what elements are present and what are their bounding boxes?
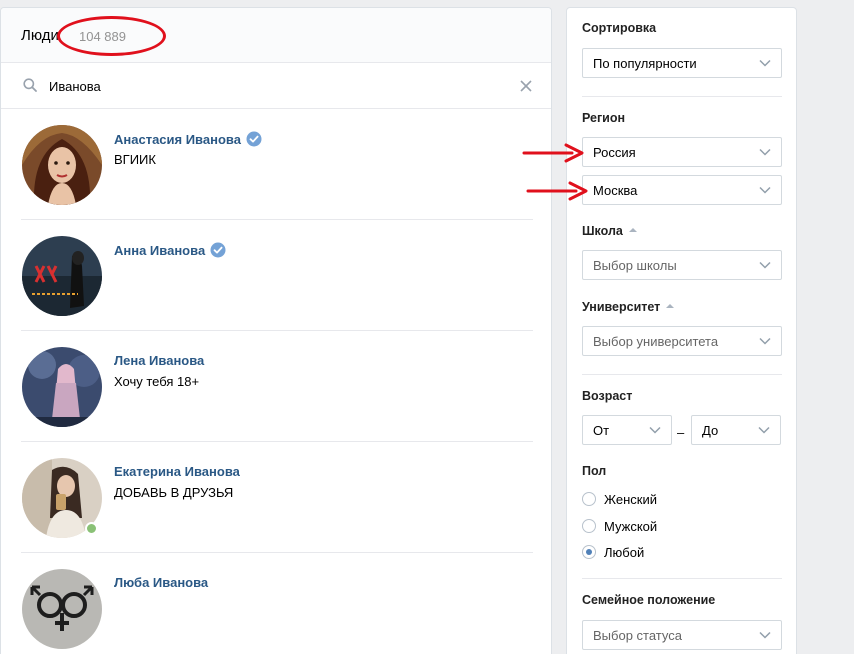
avatar[interactable] xyxy=(22,236,102,316)
list-item: Анна Иванова xyxy=(1,220,551,331)
country-select[interactable]: Россия xyxy=(582,137,782,167)
divider xyxy=(582,578,782,579)
city-select[interactable]: Москва xyxy=(582,175,782,205)
search-input[interactable] xyxy=(49,74,489,98)
chevron-down-icon xyxy=(759,261,771,269)
person-name-link[interactable]: Лена Иванова xyxy=(114,353,204,368)
marital-status-label: Семейное положение xyxy=(582,593,716,607)
university-label[interactable]: Университет xyxy=(582,300,675,314)
caret-up-icon xyxy=(666,304,675,308)
list-item: Люба Иванова xyxy=(1,553,551,654)
marital-status-select[interactable]: Выбор статуса xyxy=(582,620,782,650)
people-search-panel: Люди 104 889 Анастаси xyxy=(0,7,552,654)
avatar[interactable] xyxy=(22,125,102,205)
avatar[interactable] xyxy=(22,569,102,649)
verified-badge-icon xyxy=(246,131,262,147)
chevron-down-icon xyxy=(759,631,771,639)
person-name-link[interactable]: Анна Иванова xyxy=(114,242,226,258)
person-name-link[interactable]: Люба Иванова xyxy=(114,575,208,590)
chevron-down-icon xyxy=(759,148,771,156)
red-ellipse-annotation xyxy=(57,16,166,56)
caret-up-icon xyxy=(628,228,637,232)
page-title: Люди xyxy=(21,27,59,44)
radio-icon xyxy=(582,519,596,533)
avatar[interactable] xyxy=(22,347,102,427)
age-range-dash: – xyxy=(677,425,685,440)
radio-icon xyxy=(582,492,596,506)
list-item: Лена Иванова Хочу тебя 18+ xyxy=(1,331,551,442)
age-to-select[interactable]: До xyxy=(691,415,781,445)
person-subtitle: Хочу тебя 18+ xyxy=(114,374,200,389)
person-name-link[interactable]: Екатерина Иванова xyxy=(114,464,240,479)
search-filters-panel: Сортировка По популярности Регион Россия… xyxy=(566,7,797,654)
chevron-down-icon xyxy=(649,426,661,434)
search-icon xyxy=(23,78,37,92)
sort-select[interactable]: По популярности xyxy=(582,48,782,78)
chevron-down-icon xyxy=(759,59,771,67)
close-icon[interactable] xyxy=(519,79,533,93)
radio-checked-icon xyxy=(582,545,596,559)
list-item: Екатерина Иванова ДОБАВЬ В ДРУЗЬЯ xyxy=(1,442,551,553)
divider xyxy=(582,96,782,97)
person-subtitle: ВГИИК xyxy=(114,152,156,167)
divider xyxy=(582,374,782,375)
chevron-down-icon xyxy=(759,337,771,345)
search-bar xyxy=(1,63,551,109)
chevron-down-icon xyxy=(758,426,770,434)
chevron-down-icon xyxy=(759,186,771,194)
verified-badge-icon xyxy=(210,242,226,258)
online-status-indicator xyxy=(85,522,98,535)
red-arrow-annotation xyxy=(526,181,588,201)
gender-label: Пол xyxy=(582,464,607,478)
sort-label: Сортировка xyxy=(582,21,657,35)
region-label: Регион xyxy=(582,111,626,125)
university-select[interactable]: Выбор университета xyxy=(582,326,782,356)
age-label: Возраст xyxy=(582,389,633,403)
red-arrow-annotation xyxy=(522,143,584,163)
school-label[interactable]: Школа xyxy=(582,224,637,238)
person-name-link[interactable]: Анастасия Иванова xyxy=(114,131,262,147)
person-subtitle: ДОБАВЬ В ДРУЗЬЯ xyxy=(114,485,234,500)
people-header: Люди 104 889 xyxy=(1,8,551,63)
school-select[interactable]: Выбор школы xyxy=(582,250,782,280)
age-from-select[interactable]: От xyxy=(582,415,672,445)
list-item: Анастасия Иванова ВГИИК xyxy=(1,109,551,220)
